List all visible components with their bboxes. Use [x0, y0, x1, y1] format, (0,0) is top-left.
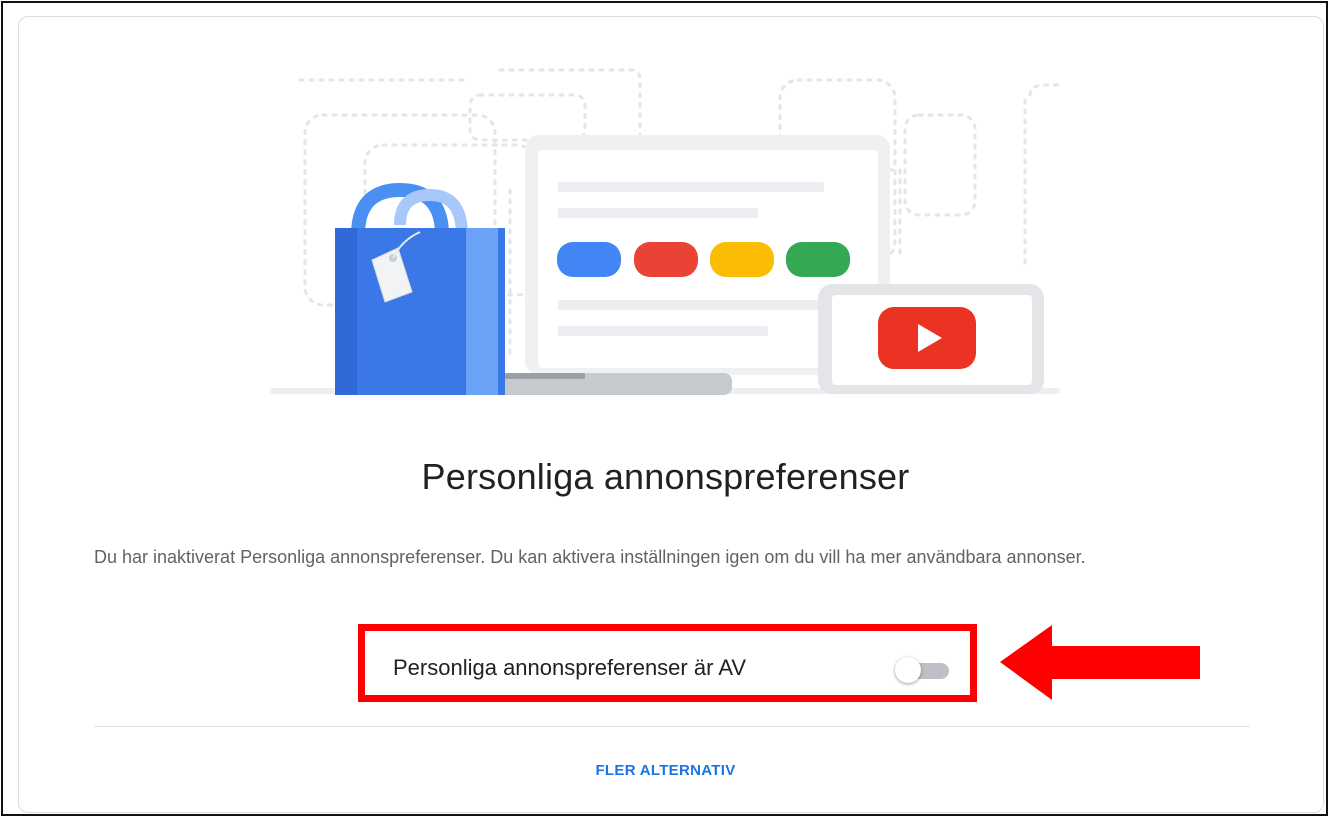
- ad-personalization-toggle-row: Personliga annonspreferenser är AV: [358, 624, 977, 702]
- arrow-left-icon: [1000, 625, 1200, 700]
- toggle-label: Personliga annonspreferenser är AV: [393, 655, 747, 680]
- ads-illustration: [270, 68, 1060, 395]
- ad-personalization-switch[interactable]: [895, 657, 955, 683]
- page-title: Personliga annonspreferenser: [421, 456, 910, 497]
- switch-thumb: [895, 657, 921, 683]
- divider: [94, 726, 1250, 727]
- more-options-link[interactable]: FLER ALTERNATIV: [0, 762, 1331, 779]
- page-description: Du har inaktiverat Personliga annonspref…: [94, 547, 1086, 567]
